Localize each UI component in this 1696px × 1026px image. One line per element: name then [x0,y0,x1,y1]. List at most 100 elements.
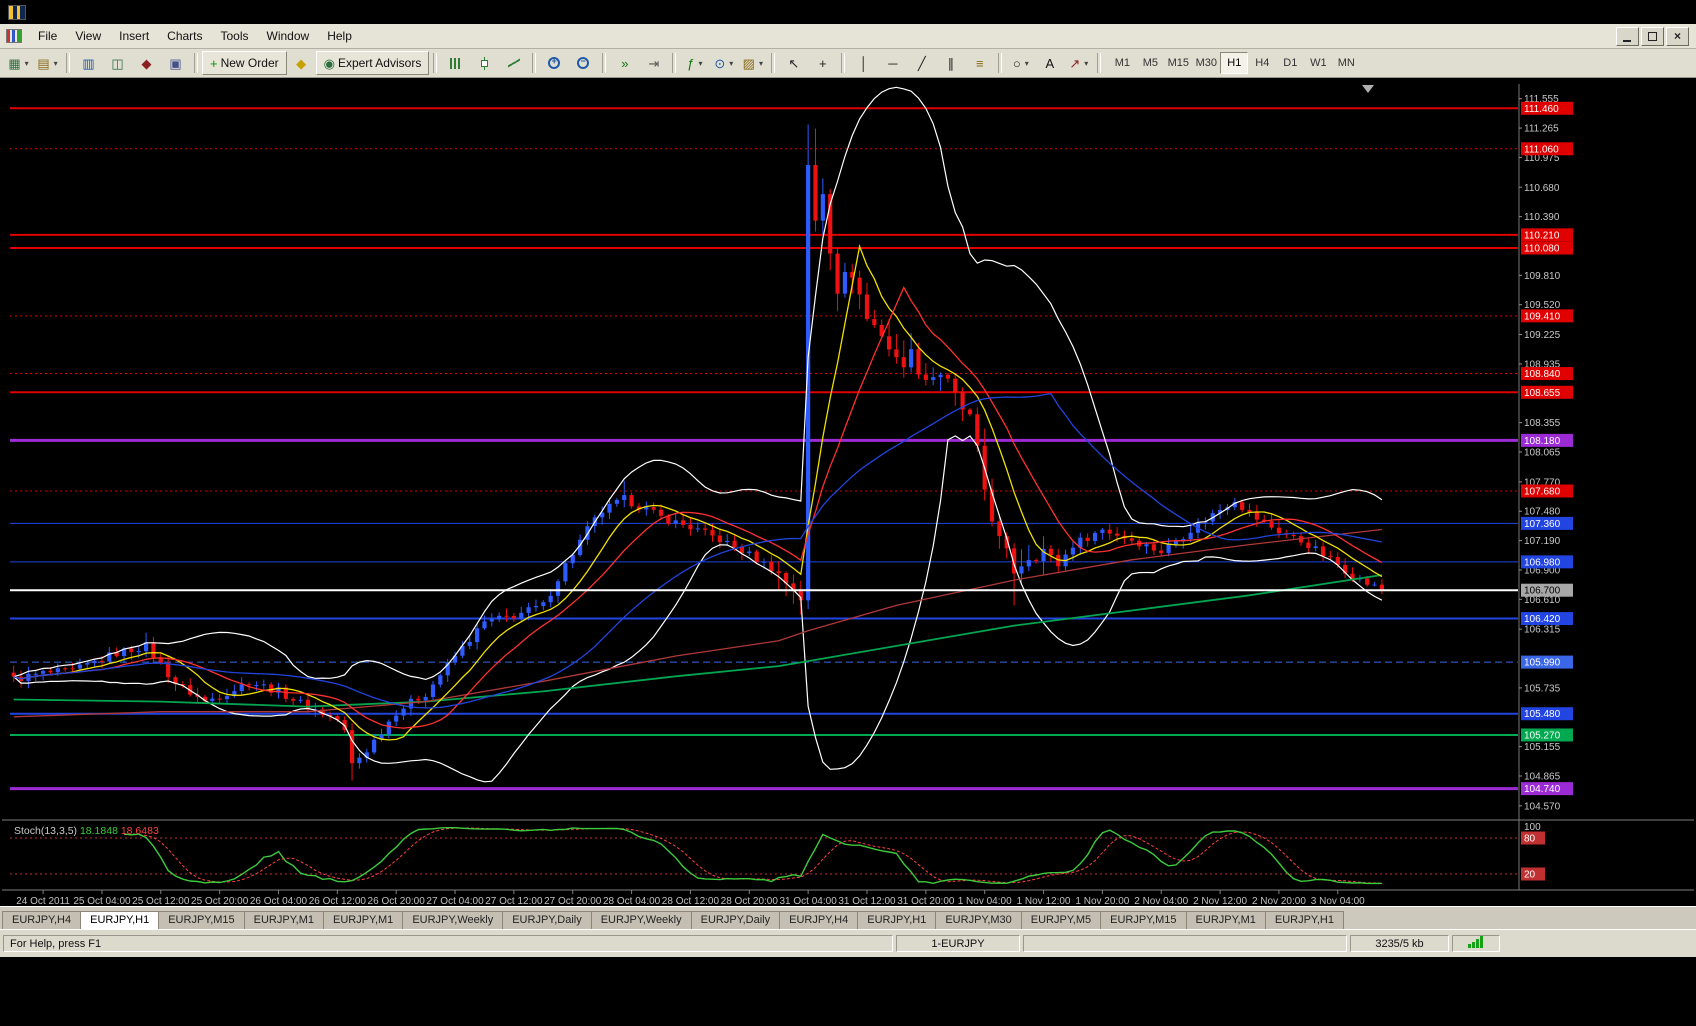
trendline-icon: ╱ [918,57,926,70]
cursor-button[interactable]: ↖ [779,51,808,75]
fibonacci-retracement-button[interactable]: ≡ [965,51,994,75]
bar-chart-mode-button[interactable] [441,51,470,75]
svg-text:104.865: 104.865 [1524,771,1561,782]
shapes-dropdown-arrow[interactable]: ▾ [1025,59,1029,68]
zoom-in-button[interactable] [540,51,569,75]
candlestick-mode-button[interactable] [470,51,499,75]
navigator-button[interactable]: ◆ [132,51,161,75]
svg-text:25 Oct 12:00: 25 Oct 12:00 [132,896,190,906]
toolbar-separator [771,53,775,73]
chart-tab-6-eurjpy-daily[interactable]: EURJPY,Daily [502,911,592,929]
templates-button[interactable]: ▨▾ [738,51,767,75]
new-order-button[interactable]: +New Order [202,51,287,75]
line-chart-mode-button[interactable] [499,51,528,75]
chart-tab-12-eurjpy-m5[interactable]: EURJPY,M5 [1021,911,1101,929]
menu-item-tools[interactable]: Tools [212,26,258,46]
chart-tab-15-eurjpy-h1[interactable]: EURJPY,H1 [1265,911,1344,929]
chart-tab-13-eurjpy-m15[interactable]: EURJPY,M15 [1100,911,1186,929]
timeframe-d1[interactable]: D1 [1276,52,1304,74]
chart-tab-5-eurjpy-weekly[interactable]: EURJPY,Weekly [402,911,503,929]
horizontal-lines[interactable] [10,108,1518,788]
shapes-button[interactable]: ○▾ [1006,51,1035,75]
timeframe-mn[interactable]: MN [1332,52,1360,74]
candles[interactable] [12,124,1384,780]
trendline-button[interactable]: ╱ [907,51,936,75]
crosshair-button[interactable]: + [808,51,837,75]
market-watch-button[interactable]: ▥ [74,51,103,75]
chart-system-menu-icon[interactable] [6,29,22,43]
zoom-in-icon [548,57,561,70]
indicators-button[interactable]: ƒ▾ [680,51,709,75]
menu-item-file[interactable]: File [29,26,66,46]
chart-tab-8-eurjpy-daily[interactable]: EURJPY,Daily [691,911,781,929]
new-chart-icon: ▦ [8,57,20,70]
minimize-button[interactable] [1616,27,1639,46]
arrow-tools-icon: ↗ [1069,57,1080,70]
menu-item-help[interactable]: Help [318,26,361,46]
arrow-tools-button[interactable]: ↗▾ [1064,51,1093,75]
chart-tab-2-eurjpy-m15[interactable]: EURJPY,M15 [158,911,244,929]
profiles-button[interactable]: ▤▾ [33,51,62,75]
timeframe-toolbar: M1M5M15M30H1H4D1W1MN [1108,52,1360,74]
templates-dropdown-arrow[interactable]: ▾ [759,59,763,68]
arrow-tools-dropdown-arrow[interactable]: ▾ [1084,59,1088,68]
vertical-line-button[interactable]: │ [849,51,878,75]
chart-tab-4-eurjpy-m1[interactable]: EURJPY,M1 [323,911,403,929]
equidistant-channel-button[interactable]: ∥ [936,51,965,75]
navigator-icon: ◆ [142,57,152,70]
close-button[interactable]: × [1666,27,1689,46]
indicators-dropdown-arrow[interactable]: ▾ [698,59,702,68]
toolbar: ▦▾▤▾▥◫◆▣+New Order◆◉Expert Advisors»⇥ƒ▾⊙… [0,49,1696,78]
chart-tab-1-eurjpy-h1[interactable]: EURJPY,H1 [80,911,159,929]
time-axis[interactable]: 24 Oct 201125 Oct 04:0025 Oct 12:0025 Oc… [16,890,1365,906]
svg-text:26 Oct 20:00: 26 Oct 20:00 [368,896,426,906]
chart-tab-9-eurjpy-h4[interactable]: EURJPY,H4 [779,911,858,929]
text-label-button[interactable]: A [1035,51,1064,75]
timeframe-m1[interactable]: M1 [1108,52,1136,74]
periods-icon: ⊙ [714,57,725,70]
new-chart-button[interactable]: ▦▾ [4,51,33,75]
data-window-button[interactable]: ◫ [103,51,132,75]
menu-item-window[interactable]: Window [258,26,319,46]
data-window-icon: ◫ [111,57,123,70]
svg-text:110.390: 110.390 [1524,212,1560,223]
price-tag: 108.655 [1521,386,1573,399]
chart-area[interactable]: 111.555111.265110.975110.680110.390109.8… [2,78,1694,906]
connection-status-icon [1452,935,1500,952]
chart-tab-11-eurjpy-m30[interactable]: EURJPY,M30 [935,911,1021,929]
chart-tab-10-eurjpy-h1[interactable]: EURJPY,H1 [857,911,936,929]
bar-chart-mode-icon [450,58,461,69]
restore-button[interactable] [1641,27,1664,46]
chart-tab-14-eurjpy-m1[interactable]: EURJPY,M1 [1186,911,1266,929]
auto-scroll-button[interactable]: » [610,51,639,75]
timeframe-m30[interactable]: M30 [1192,52,1220,74]
chart-tab-7-eurjpy-weekly[interactable]: EURJPY,Weekly [591,911,692,929]
terminal-button[interactable]: ▣ [161,51,190,75]
svg-text:1 Nov 12:00: 1 Nov 12:00 [1017,896,1071,906]
chart-tab-3-eurjpy-m1[interactable]: EURJPY,M1 [244,911,324,929]
profiles-dropdown-arrow[interactable]: ▾ [54,59,58,68]
periods-dropdown-arrow[interactable]: ▾ [729,59,733,68]
timeframe-h1[interactable]: H1 [1220,52,1248,74]
menu-item-insert[interactable]: Insert [110,26,158,46]
svg-text:105.155: 105.155 [1524,742,1561,753]
metaeditor-button[interactable]: ◆ [287,51,316,75]
svg-text:108.355: 108.355 [1524,418,1561,429]
price-tag: 105.480 [1521,707,1573,720]
timeframe-m15[interactable]: M15 [1164,52,1192,74]
chart-tab-0-eurjpy-h4[interactable]: EURJPY,H4 [2,911,81,929]
price-axis[interactable]: 111.555111.265110.975110.680110.390109.8… [1519,84,1573,890]
zoom-out-button[interactable] [569,51,598,75]
timeframe-h4[interactable]: H4 [1248,52,1276,74]
horizontal-line-button[interactable]: ─ [878,51,907,75]
menu-item-view[interactable]: View [66,26,110,46]
price-chart[interactable]: 111.555111.265110.975110.680110.390109.8… [2,78,1694,906]
chart-shift-button[interactable]: ⇥ [639,51,668,75]
chart-shift-marker[interactable] [1362,85,1374,93]
expert-advisors-button[interactable]: ◉Expert Advisors [316,51,430,75]
timeframe-w1[interactable]: W1 [1304,52,1332,74]
menu-item-charts[interactable]: Charts [158,26,211,46]
periods-button[interactable]: ⊙▾ [709,51,738,75]
timeframe-m5[interactable]: M5 [1136,52,1164,74]
new-chart-dropdown-arrow[interactable]: ▾ [25,59,29,68]
